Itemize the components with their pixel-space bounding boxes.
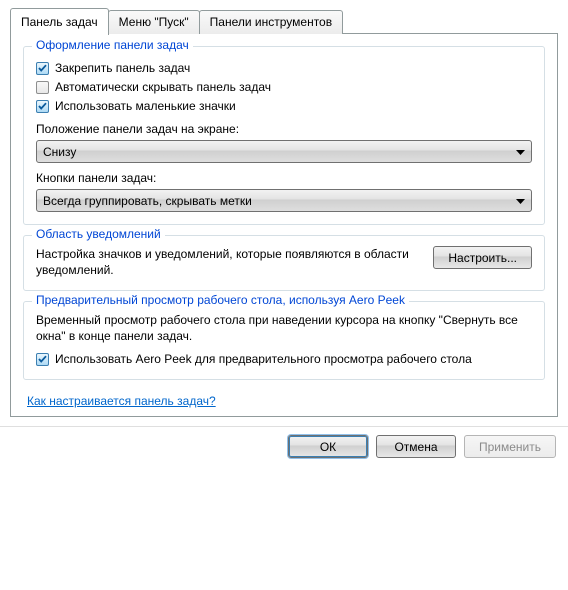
cancel-button[interactable]: Отмена [376,435,456,458]
group-aero-peek: Предварительный просмотр рабочего стола,… [23,301,545,380]
dialog-divider [0,426,568,427]
tab-strip: Панель задач Меню "Пуск" Панели инструме… [10,8,558,34]
chevron-down-icon [516,145,525,159]
combo-value: Всегда группировать, скрывать метки [43,194,252,208]
label-position: Положение панели задач на экране: [36,122,532,136]
checkbox-lock-taskbar[interactable] [36,62,49,75]
tab-start-menu[interactable]: Меню "Пуск" [108,10,200,34]
label-autohide-taskbar: Автоматически скрывать панель задач [55,80,271,95]
notification-description: Настройка значков и уведомлений, которые… [36,246,423,278]
ok-button[interactable]: ОК [288,435,368,458]
checkmark-icon [38,355,47,364]
label-lock-taskbar: Закрепить панель задач [55,61,190,76]
checkmark-icon [38,102,47,111]
chevron-down-icon [516,194,525,208]
group-legend-aero: Предварительный просмотр рабочего стола,… [32,293,409,307]
apply-button[interactable]: Применить [464,435,556,458]
label-taskbar-buttons: Кнопки панели задач: [36,171,532,185]
checkbox-small-icons[interactable] [36,100,49,113]
group-notification-area: Область уведомлений Настройка значков и … [23,235,545,291]
checkmark-icon [38,64,47,73]
combo-taskbar-buttons[interactable]: Всегда группировать, скрывать метки [36,189,532,212]
group-legend-appearance: Оформление панели задач [32,38,193,52]
tab-taskbar[interactable]: Панель задач [10,8,109,35]
properties-window: { "tabs": { "taskbar": "Панель задач", "… [0,0,568,590]
combo-taskbar-position[interactable]: Снизу [36,140,532,163]
checkbox-aero-peek[interactable] [36,353,49,366]
help-link-taskbar[interactable]: Как настраивается панель задач? [27,394,216,408]
label-aero-peek: Использовать Aero Peek для предварительн… [55,352,472,367]
combo-value: Снизу [43,145,76,159]
customize-button[interactable]: Настроить... [433,246,532,269]
checkbox-autohide-taskbar[interactable] [36,81,49,94]
label-small-icons: Использовать маленькие значки [55,99,236,114]
dialog-button-row: ОК Отмена Применить [10,435,558,458]
group-legend-notification: Область уведомлений [32,227,165,241]
aero-description: Временный просмотр рабочего стола при на… [36,312,532,344]
group-taskbar-appearance: Оформление панели задач Закрепить панель… [23,46,545,225]
tab-toolbars[interactable]: Панели инструментов [199,10,343,34]
tab-page-taskbar: Оформление панели задач Закрепить панель… [10,33,558,417]
